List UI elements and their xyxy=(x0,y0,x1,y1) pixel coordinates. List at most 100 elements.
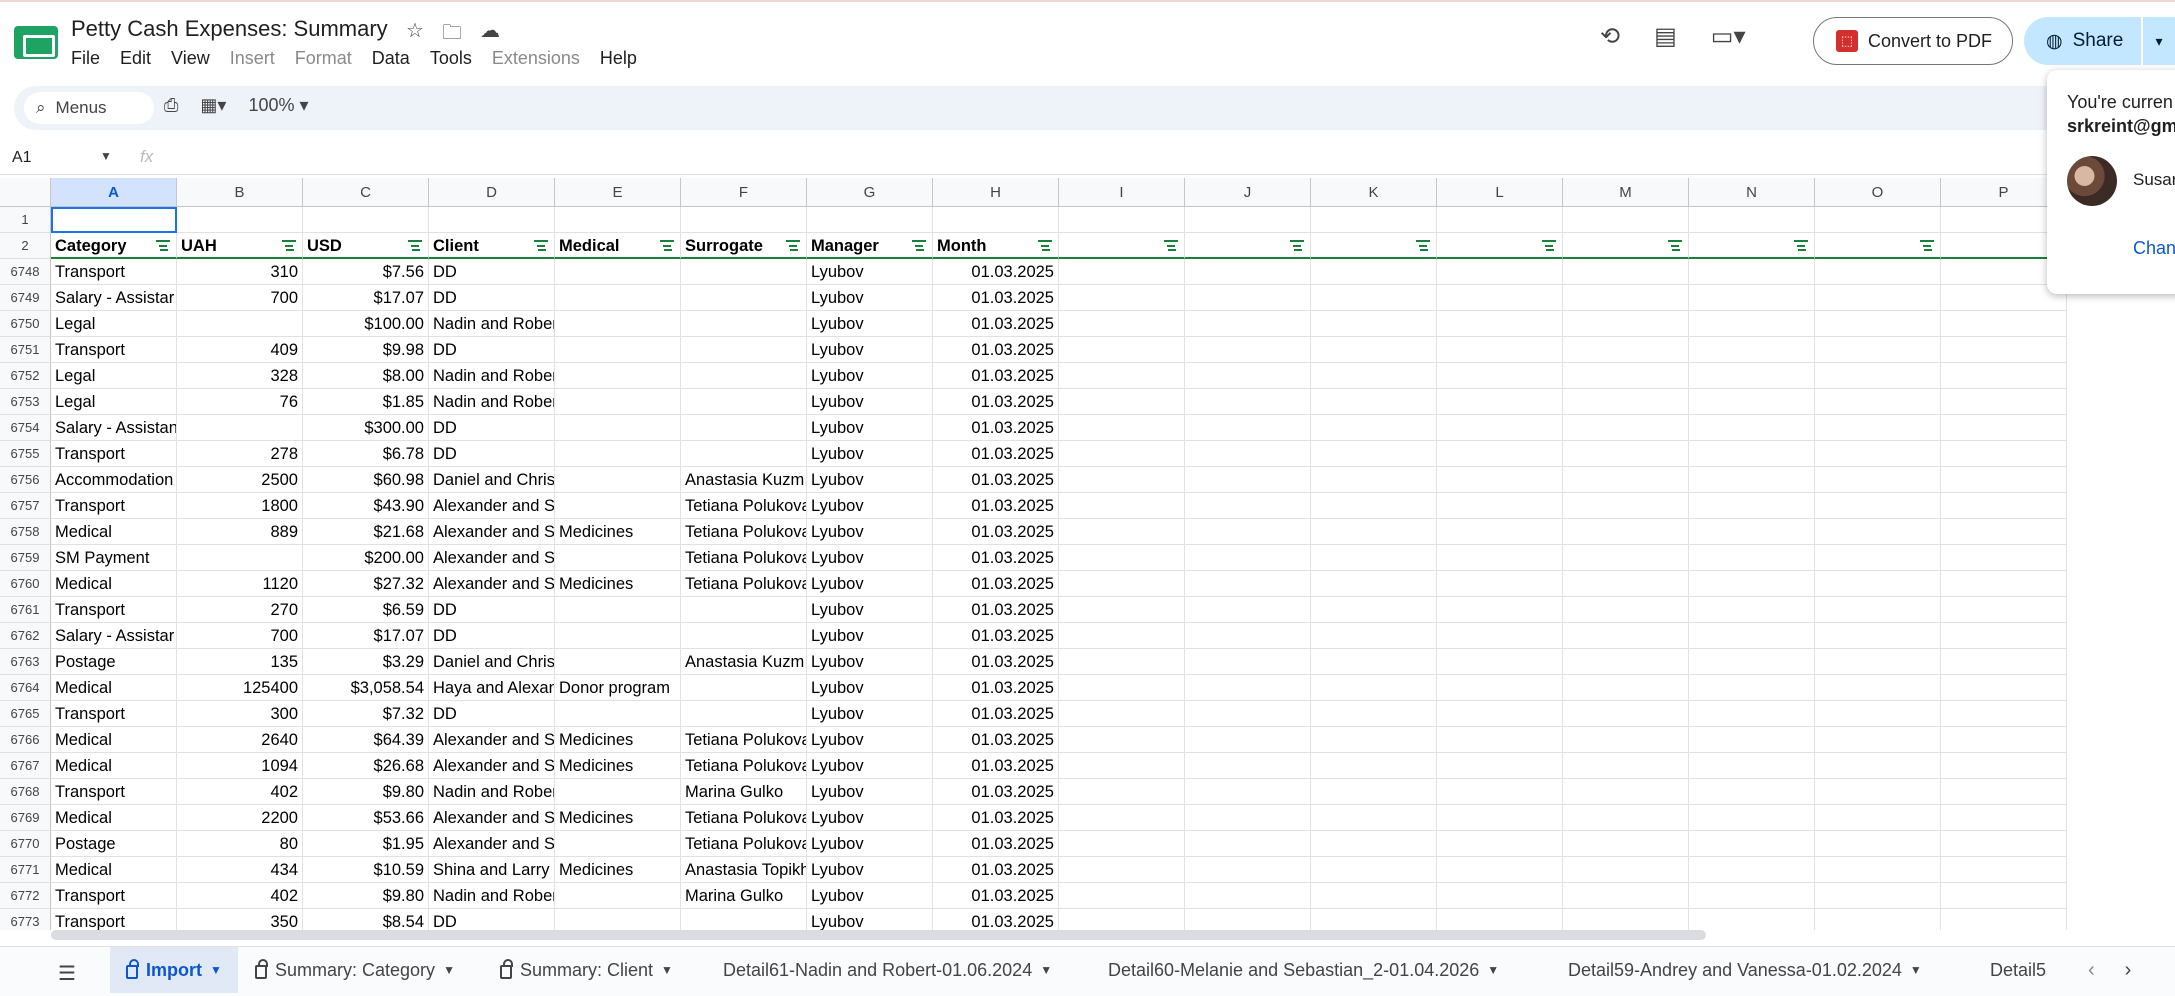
header-cell[interactable]: Manager xyxy=(807,233,933,259)
tab-scroll-right-icon[interactable]: › xyxy=(2125,959,2132,982)
cell[interactable]: DD xyxy=(429,623,555,649)
tab-dropdown-icon[interactable]: ▼ xyxy=(661,947,673,993)
cell[interactable]: Alexander and Sandra xyxy=(429,831,555,857)
cell[interactable] xyxy=(1815,805,1941,831)
cell[interactable] xyxy=(1185,207,1311,233)
cell[interactable]: 700 xyxy=(177,285,303,311)
cell[interactable]: Lyubov xyxy=(807,675,933,701)
cell[interactable] xyxy=(555,831,681,857)
cell[interactable]: $9.80 xyxy=(303,779,429,805)
column-header-l[interactable]: L xyxy=(1437,178,1563,207)
cell[interactable] xyxy=(1815,649,1941,675)
menu-data[interactable]: Data xyxy=(372,48,410,69)
cell[interactable] xyxy=(1815,207,1941,233)
cell[interactable]: Lyubov xyxy=(807,623,933,649)
menu-insert[interactable]: Insert xyxy=(230,48,275,69)
filter-icon[interactable] xyxy=(282,240,296,252)
cell[interactable]: DD xyxy=(429,285,555,311)
cell[interactable] xyxy=(1941,701,2067,727)
cell[interactable]: 01.03.2025 xyxy=(933,285,1059,311)
cell[interactable]: DD xyxy=(429,259,555,285)
filter-icon[interactable] xyxy=(1542,240,1556,252)
cell[interactable]: $3,058.54 xyxy=(303,675,429,701)
header-cell[interactable] xyxy=(1689,233,1815,259)
tab-dropdown-icon[interactable]: ▼ xyxy=(210,947,222,993)
cell[interactable]: Lyubov xyxy=(807,571,933,597)
cell[interactable] xyxy=(1185,467,1311,493)
cell[interactable] xyxy=(681,389,807,415)
cell[interactable]: Anastasia Topikh xyxy=(681,857,807,883)
cell[interactable] xyxy=(1059,649,1185,675)
cell[interactable]: Postage xyxy=(51,649,177,675)
cell[interactable] xyxy=(681,623,807,649)
menu-edit[interactable]: Edit xyxy=(120,48,151,69)
cell[interactable]: Alexander and S xyxy=(429,571,555,597)
menu-file[interactable]: File xyxy=(71,48,100,69)
cell[interactable] xyxy=(1059,805,1185,831)
cell[interactable] xyxy=(681,337,807,363)
cell[interactable] xyxy=(1185,493,1311,519)
cell[interactable]: Lyubov xyxy=(807,363,933,389)
filter-icon[interactable] xyxy=(660,240,674,252)
row-header[interactable]: 6761 xyxy=(0,597,51,623)
cell[interactable] xyxy=(1815,415,1941,441)
row-header[interactable]: 6767 xyxy=(0,753,51,779)
cell[interactable] xyxy=(1185,545,1311,571)
row-header[interactable]: 6771 xyxy=(0,857,51,883)
filter-icon[interactable] xyxy=(534,240,548,252)
cell[interactable] xyxy=(681,701,807,727)
cell[interactable]: 2640 xyxy=(177,727,303,753)
row-header[interactable]: 6748 xyxy=(0,259,51,285)
cell[interactable] xyxy=(1437,701,1563,727)
cell[interactable] xyxy=(681,415,807,441)
cell[interactable] xyxy=(1311,883,1437,909)
cell[interactable] xyxy=(1689,909,1815,930)
cell[interactable] xyxy=(1059,701,1185,727)
cell[interactable] xyxy=(177,415,303,441)
convert-to-pdf-button[interactable]: ⬚ Convert to PDF xyxy=(1813,17,2013,65)
cell[interactable] xyxy=(1815,519,1941,545)
cell[interactable]: Lyubov xyxy=(807,389,933,415)
cell[interactable]: Alexander and S xyxy=(429,753,555,779)
row-header[interactable]: 6760 xyxy=(0,571,51,597)
all-sheets-menu-icon[interactable]: ☰ xyxy=(58,961,76,986)
cell[interactable] xyxy=(1563,311,1689,337)
filter-icon[interactable] xyxy=(156,240,170,252)
popup-change-link[interactable]: Chan xyxy=(2133,238,2175,259)
header-cell[interactable]: USD xyxy=(303,233,429,259)
cell[interactable] xyxy=(555,597,681,623)
cell[interactable] xyxy=(1563,363,1689,389)
cloud-status-icon[interactable]: ☁ xyxy=(480,18,500,52)
cell[interactable] xyxy=(1059,857,1185,883)
cell[interactable]: DD xyxy=(429,909,555,930)
cell[interactable] xyxy=(555,545,681,571)
cell[interactable]: Legal xyxy=(51,363,177,389)
cell[interactable] xyxy=(1689,649,1815,675)
name-box[interactable]: A1 ▼ xyxy=(12,149,116,167)
cell[interactable] xyxy=(1563,519,1689,545)
column-header-d[interactable]: D xyxy=(429,178,555,207)
cell[interactable] xyxy=(1563,467,1689,493)
cell[interactable]: Lyubov xyxy=(807,415,933,441)
cell[interactable] xyxy=(555,441,681,467)
cell[interactable] xyxy=(1815,363,1941,389)
cell[interactable] xyxy=(1815,883,1941,909)
cell[interactable] xyxy=(1563,805,1689,831)
cell[interactable] xyxy=(1311,311,1437,337)
cell[interactable] xyxy=(555,883,681,909)
cell[interactable]: Lyubov xyxy=(807,493,933,519)
cell[interactable]: $7.56 xyxy=(303,259,429,285)
filter-icon[interactable] xyxy=(1668,240,1682,252)
cell[interactable] xyxy=(555,649,681,675)
cell[interactable] xyxy=(1437,623,1563,649)
cell[interactable]: Medical xyxy=(51,727,177,753)
cell[interactable]: DD xyxy=(429,337,555,363)
cell[interactable]: Lyubov xyxy=(807,779,933,805)
cell[interactable] xyxy=(1815,337,1941,363)
cell[interactable]: Lyubov xyxy=(807,285,933,311)
cell[interactable]: 01.03.2025 xyxy=(933,467,1059,493)
zoom-select[interactable]: 100% ▾ xyxy=(248,95,308,116)
cell[interactable] xyxy=(1689,441,1815,467)
cell[interactable]: Tetiana Polukova xyxy=(681,571,807,597)
cell[interactable] xyxy=(1437,389,1563,415)
